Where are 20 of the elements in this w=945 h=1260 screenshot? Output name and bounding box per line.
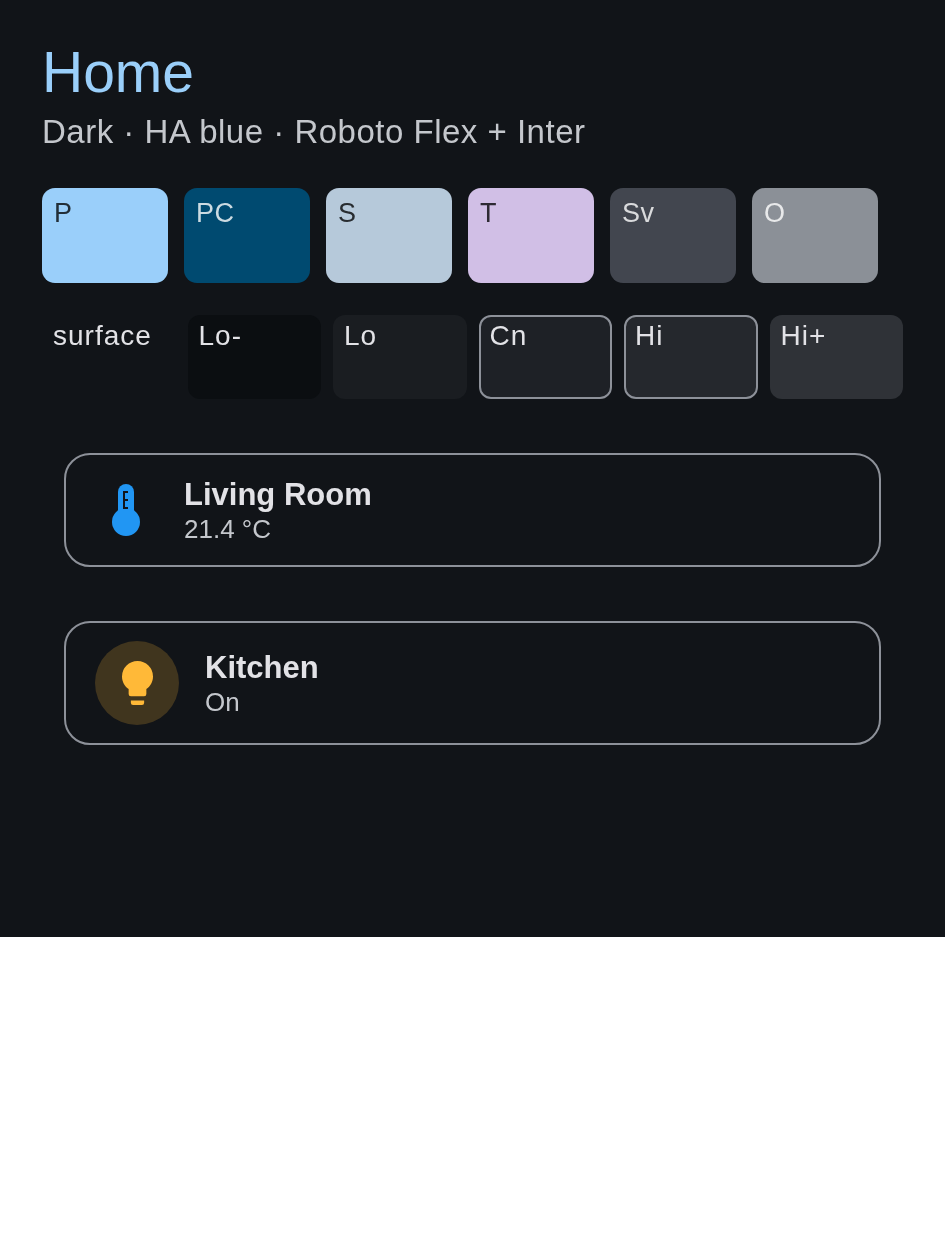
color-swatch: O bbox=[752, 188, 878, 283]
entity-state: On bbox=[205, 687, 241, 717]
surface-tile: Hi+ bbox=[769, 315, 903, 399]
surface-tile: Cn bbox=[478, 315, 612, 399]
row-label: surface bbox=[52, 319, 153, 353]
surface-tile: Lo- bbox=[187, 315, 321, 399]
color-swatch: PC bbox=[184, 188, 310, 283]
entity-card[interactable]: Living Room 21.4 °C bbox=[64, 453, 881, 567]
entity-name: Kitchen bbox=[205, 649, 319, 687]
color-swatch: T bbox=[468, 188, 594, 283]
entity-state: 21.4 °C bbox=[184, 514, 272, 544]
entity-card[interactable]: Kitchen On bbox=[64, 621, 881, 745]
color-swatch: P bbox=[42, 188, 168, 283]
color-swatch: S bbox=[326, 188, 452, 283]
entity-name: Living Room bbox=[184, 476, 372, 514]
surface-tile: Lo bbox=[333, 315, 467, 399]
page-subtitle: Dark · HA blue · Roboto Flex + Inter bbox=[42, 112, 587, 152]
surface-tile: Hi bbox=[624, 315, 758, 399]
color-swatch: Sv bbox=[610, 188, 736, 283]
page-title: Home bbox=[42, 39, 196, 106]
